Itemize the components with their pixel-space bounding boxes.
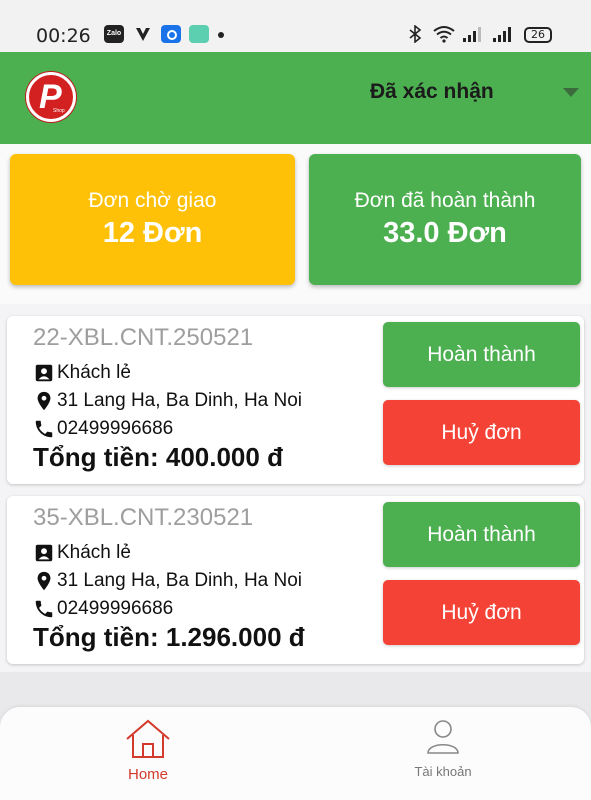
location-pin-icon — [37, 391, 51, 411]
phone-icon — [35, 420, 53, 438]
pending-orders-card[interactable]: Đơn chờ giao 12 Đơn — [10, 154, 295, 285]
order-code: 35-XBL.CNT.230521 — [33, 504, 254, 531]
completed-orders-card[interactable]: Đơn đã hoàn thành 33.0 Đơn — [309, 154, 581, 285]
app-header: P Shop Đã xác nhận — [0, 52, 591, 144]
customer-address: 31 Lang Ha, Ba Dinh, Ha Noi — [57, 390, 303, 411]
customer-name: Khách lẻ — [57, 362, 131, 383]
order-total: Tổng tiền: 400.000 đ — [33, 442, 283, 472]
logo-subtext: Shop — [53, 108, 65, 114]
home-icon — [126, 719, 170, 758]
bluetooth-icon — [409, 25, 422, 43]
order-list[interactable]: 22-XBL.CNT.250521 Khách lẻ 31 Lang Ha, B… — [0, 304, 591, 672]
zalo-icon: Zalo — [104, 25, 124, 43]
nav-account-label: Tài khoản — [414, 764, 472, 779]
signal-icon-2 — [493, 27, 511, 42]
customer-name: Khách lẻ — [57, 542, 131, 563]
app-notification-icon-2 — [189, 25, 209, 43]
status-bar: 00:26 Zalo 26 — [0, 0, 591, 52]
completed-orders-label: Đơn đã hoàn thành — [354, 189, 536, 212]
bottom-navigation: Home Tài khoản — [0, 707, 591, 800]
user-icon — [427, 720, 459, 754]
location-pin-icon — [37, 571, 51, 591]
contact-icon — [35, 544, 53, 562]
status-filter-dropdown[interactable]: Đã xác nhận — [370, 80, 494, 104]
app-notification-icon — [161, 25, 181, 43]
order-code: 22-XBL.CNT.250521 — [33, 324, 254, 351]
pending-orders-count: 12 Đơn — [102, 217, 203, 249]
status-time: 00:26 — [36, 25, 91, 47]
order-card[interactable]: 22-XBL.CNT.250521 Khách lẻ 31 Lang Ha, B… — [7, 316, 584, 484]
battery-icon: 26 — [524, 27, 552, 43]
shop-logo: P Shop — [26, 72, 76, 122]
vpn-icon — [136, 28, 150, 41]
contact-icon — [35, 364, 53, 382]
pending-orders-label: Đơn chờ giao — [88, 189, 217, 212]
signal-icon — [463, 27, 481, 42]
cancel-order-button[interactable]: Huỷ đơn — [383, 400, 580, 465]
complete-order-button[interactable]: Hoàn thành — [383, 502, 580, 567]
more-notifications-dot — [218, 32, 224, 38]
customer-phone: 02499996686 — [57, 418, 174, 439]
chevron-down-icon[interactable] — [563, 88, 579, 97]
cancel-order-button[interactable]: Huỷ đơn — [383, 580, 580, 645]
summary-section: Đơn chờ giao 12 Đơn Đơn đã hoàn thành 33… — [0, 144, 591, 304]
nav-account[interactable]: Tài khoản — [373, 719, 513, 779]
customer-phone: 02499996686 — [57, 598, 174, 619]
phone-icon — [35, 600, 53, 618]
customer-address: 31 Lang Ha, Ba Dinh, Ha Noi — [57, 570, 303, 591]
order-total: Tổng tiền: 1.296.000 đ — [33, 622, 305, 652]
nav-home[interactable]: Home — [78, 719, 218, 783]
wifi-icon — [433, 26, 455, 43]
complete-order-button[interactable]: Hoàn thành — [383, 322, 580, 387]
completed-orders-count: 33.0 Đơn — [383, 217, 507, 249]
nav-home-label: Home — [127, 766, 168, 783]
order-card[interactable]: 35-XBL.CNT.230521 Khách lẻ 31 Lang Ha, B… — [7, 496, 584, 664]
